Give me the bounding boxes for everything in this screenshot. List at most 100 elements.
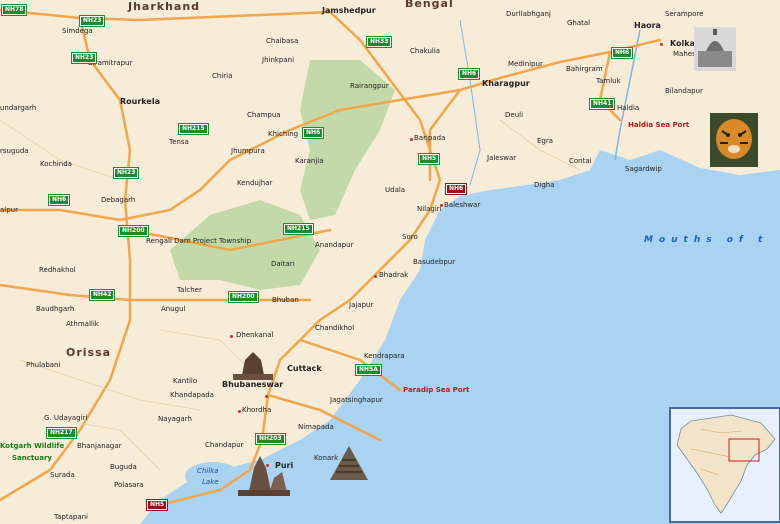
place-label: Rengali Dam Project Township [146,237,252,245]
highway-shield red: NH6 [610,47,634,59]
state-label-jharkhand: Jharkhand [128,0,201,13]
place-label: Daitari [271,260,295,268]
place-label: Ghatal [567,19,591,27]
place-label: Talcher [177,286,202,294]
highway-shield: NH78 [0,4,28,16]
place-label: Durllabhganj [506,10,551,18]
lake-label: Chilka [197,467,219,475]
place-label: Deuli [505,111,524,119]
city-cuttack[interactable]: Cuttack [287,365,322,373]
place-label: Nilagiri [417,205,442,213]
place-label: Sagardwip [625,165,662,173]
city-dot [230,335,233,338]
city-haora[interactable]: Haora [634,22,661,30]
highway-shield: NH200 [228,291,259,303]
konark-temple-image[interactable] [328,444,370,480]
place-label: rsuguda [0,147,29,155]
place-label: Bhadrak [379,271,409,279]
place-label: Jajapur [349,301,374,309]
highway-shield: NH6 [301,127,325,139]
place-label: alpur [0,206,18,214]
place-label: Phulabani [26,361,61,369]
place-label: Redhakhol [39,266,76,274]
victoria-memorial-image[interactable] [694,27,736,71]
place-label: Egra [537,137,554,145]
place-label: Khordha [242,406,272,414]
place-label: Nayagarh [158,415,192,423]
place-label: Karanjia [295,157,324,165]
park-label: Kotgarh Wildlife [0,442,65,450]
highway-shield: NH6 [457,68,481,80]
temple-bhubaneswar-image[interactable] [233,350,273,380]
place-label: Khiching [268,130,299,138]
place-label: Jhumpura [231,147,265,155]
city-jamshedpur[interactable]: Jamshedpur [322,7,376,15]
place-label: Athmallik [66,320,99,328]
highway-shield: NH41 [588,98,616,110]
tiger-image[interactable] [710,113,758,167]
forest-kendujhar [170,200,320,290]
place-label: Buguda [110,463,137,471]
state-label-bengal: Bengal [405,0,454,10]
highway-shield: NH6 [47,194,71,206]
port-paradip[interactable]: Paradip Sea Port [403,387,469,394]
city-dot [440,204,443,207]
place-label: G. Udayagiri [44,414,88,422]
place-label: Serampore [665,10,704,18]
highway-shield: NH23 [78,15,106,27]
place-label: Nimapada [298,423,334,431]
place-label: Digha [534,181,555,189]
place-label: Champua [247,111,281,119]
highway-shield: NH215 [178,123,209,135]
map-canvas[interactable]: Jharkhand Bengal Orissa Mouths of t Jams… [0,0,780,524]
city-rourkela[interactable]: Rourkela [120,98,160,106]
place-label: Baudhgarh [36,305,75,313]
place-label: Udala [385,186,406,194]
place-label: Jaleswar [487,154,517,162]
city-dot [410,138,413,141]
port-haldia[interactable]: Haldia Sea Port [628,122,689,129]
place-label: Bhuban [272,296,299,304]
place-label: Haldia [617,104,640,112]
city-kharagpur[interactable]: Kharagpur [482,80,530,88]
highway-shield: NH5A [355,364,382,376]
place-label: Chandikhol [315,324,355,332]
place-label: Dhenkanal [236,331,274,339]
city-dot [660,43,663,46]
highway-shield: NH42 [88,289,116,301]
city-bhubaneswar[interactable]: Bhubaneswar [222,381,283,389]
place-label: Simdega [62,27,93,35]
place-label: Chandapur [205,441,244,449]
city-dot [265,395,268,398]
place-label: Medinipur [508,60,543,68]
place-label: Rairangpur [350,82,389,90]
place-label: Anugul [161,305,186,313]
place-label: Kantilo [173,377,198,385]
place-label: Soro [402,233,418,241]
place-label: Bahirgram [566,65,603,73]
place-label: Basudebpur [413,258,456,266]
place-label: Jagatsinghapur [330,396,383,404]
place-label: Chiria [212,72,233,80]
place-label: undargarh [0,104,37,112]
place-label: Kochinda [40,160,72,168]
place-label: Tamluk [596,77,621,85]
place-label: Kendrapara [364,352,405,360]
place-label: Kendujhar [237,179,273,187]
place-label: Baleshwar [444,201,481,209]
place-label: Debagarh [101,196,136,204]
inset-map-india[interactable] [669,407,780,523]
city-dot [374,275,377,278]
place-label: Polasara [114,481,144,489]
place-label: Jhinkpani [262,56,295,64]
place-label: Surada [50,471,75,479]
highway-shield: NH23 [112,167,140,179]
highway-shield: NH23 [70,52,98,64]
place-label: Bhanjanagar [77,442,122,450]
inset-map-drawing [676,414,776,514]
highway-shield: NH217 [46,427,77,439]
jagannath-temple-image[interactable] [238,456,290,496]
lake-label: Lake [202,478,219,486]
place-label: Bilandapur [665,87,703,95]
highway-shield-red: NH5 [145,499,169,511]
